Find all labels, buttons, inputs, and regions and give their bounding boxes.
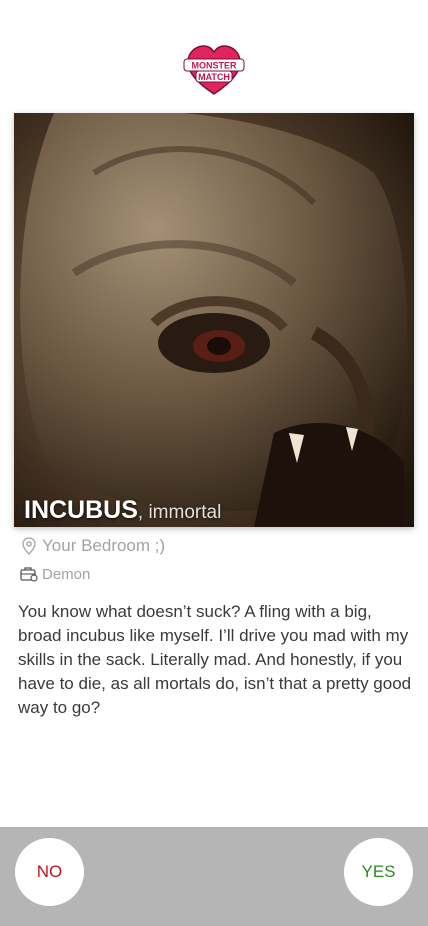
monster-match-logo: MONSTER MATCH xyxy=(182,42,246,98)
map-pin-icon xyxy=(19,536,39,556)
profile-name: INCUBUS xyxy=(24,496,138,524)
profile-page: MONSTER MATCH INCUBUS, immortal Your Bed… xyxy=(0,0,428,926)
profile-age: , immortal xyxy=(137,502,222,523)
logo-text-bottom: MATCH xyxy=(198,72,230,82)
yes-button[interactable]: YES xyxy=(344,838,413,906)
profile-photo[interactable]: INCUBUS, immortal xyxy=(14,113,414,527)
location-row: Your Bedroom ;) xyxy=(19,536,165,556)
location-text: Your Bedroom ;) xyxy=(42,536,166,555)
job-text: Demon xyxy=(42,565,91,583)
name-age-line: INCUBUS, immortal xyxy=(24,496,221,525)
logo-text-top: MONSTER xyxy=(192,61,238,71)
briefcase-icon xyxy=(19,564,39,584)
profile-bio: You know what doesn’t suck? A fling with… xyxy=(18,602,412,717)
job-row: Demon xyxy=(19,564,90,584)
no-button[interactable]: NO xyxy=(15,838,84,906)
monster-face-image xyxy=(14,113,414,527)
swipe-action-bar: NO YES xyxy=(0,827,428,926)
